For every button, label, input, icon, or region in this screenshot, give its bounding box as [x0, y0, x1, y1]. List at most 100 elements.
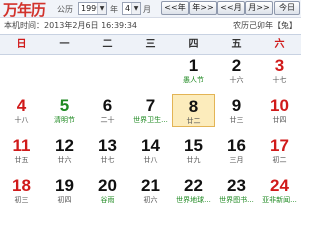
day-number: 7 — [145, 96, 156, 115]
day-cell-13[interactable]: 13 廿七 — [86, 134, 129, 167]
weekday-sat: 六 — [274, 39, 285, 50]
day-lunar-label: 愚人节 — [183, 76, 204, 84]
prev-month-button[interactable]: <<月 — [217, 1, 245, 15]
day-number: 19 — [55, 176, 74, 195]
day-number: 18 — [12, 176, 31, 195]
day-cell-3[interactable]: 3 十七 — [258, 54, 301, 87]
weekday-fri: 五 — [231, 39, 242, 50]
weekday-mon: 一 — [59, 39, 70, 50]
day-lunar-label: 二十 — [100, 116, 115, 124]
day-number: 9 — [231, 96, 242, 115]
day-cell-18[interactable]: 18 初三 — [0, 174, 43, 207]
weekday-header: 日 一 二 三 四 五 六 — [0, 34, 301, 55]
day-number: 12 — [55, 136, 74, 155]
chevron-down-icon: ▼ — [97, 3, 106, 14]
empty-day-cell — [0, 54, 43, 87]
day-lunar-label: 世界卫生... — [133, 116, 168, 124]
day-lunar-label: 十七 — [272, 76, 287, 84]
day-lunar-label: 廿五 — [14, 156, 29, 164]
day-lunar-label: 廿三 — [229, 116, 244, 124]
today-button[interactable]: 今日 — [274, 1, 300, 15]
day-cell-8[interactable]: 8 廿二 — [172, 94, 215, 127]
day-cell-5[interactable]: 5 清明节 — [43, 94, 86, 127]
day-cell-22[interactable]: 22 世界地球... — [172, 174, 215, 207]
day-cell-19[interactable]: 19 初四 — [43, 174, 86, 207]
day-lunar-label: 世界图书... — [219, 196, 254, 204]
calendar-type-label: 公历 — [57, 5, 73, 14]
day-number: 13 — [98, 136, 117, 155]
day-cell-21[interactable]: 21 初六 — [129, 174, 172, 207]
weekday-tue: 二 — [102, 39, 113, 50]
day-number: 5 — [59, 96, 70, 115]
day-lunar-label: 谷雨 — [100, 196, 115, 204]
lunar-year: 农历己卯年【兔】 — [233, 21, 297, 30]
day-lunar-label: 十六 — [229, 76, 244, 84]
year-select[interactable]: 1999 ▼ — [78, 2, 107, 15]
day-lunar-label: 廿二 — [186, 117, 201, 125]
day-cell-23[interactable]: 23 世界图书... — [215, 174, 258, 207]
day-cell-6[interactable]: 6 二十 — [86, 94, 129, 127]
empty-day-cell — [43, 54, 86, 87]
day-cell-2[interactable]: 2 十六 — [215, 54, 258, 87]
day-lunar-label: 初三 — [14, 196, 29, 204]
month-select-value: 4 — [125, 4, 131, 13]
day-cell-16[interactable]: 16 三月 — [215, 134, 258, 167]
day-cell-4[interactable]: 4 十八 — [0, 94, 43, 127]
day-cell-17[interactable]: 17 初二 — [258, 134, 301, 167]
year-unit-label: 年 — [110, 5, 118, 14]
day-cell-14[interactable]: 14 廿八 — [129, 134, 172, 167]
day-number: 21 — [141, 176, 160, 195]
day-lunar-label: 廿八 — [143, 156, 158, 164]
day-lunar-label: 世界地球... — [176, 196, 211, 204]
day-cell-7[interactable]: 7 世界卫生... — [129, 94, 172, 127]
day-lunar-label: 亚非新闻... — [262, 196, 297, 204]
day-number: 20 — [98, 176, 117, 195]
day-number: 6 — [102, 96, 113, 115]
day-cell-20[interactable]: 20 谷雨 — [86, 174, 129, 207]
day-cell-11[interactable]: 11 廿五 — [0, 134, 43, 167]
empty-day-cell — [129, 54, 172, 87]
weekday-wed: 三 — [145, 39, 156, 50]
month-select[interactable]: 4 ▼ — [122, 2, 141, 15]
day-number: 14 — [141, 136, 160, 155]
next-year-button[interactable]: 年>> — [189, 1, 217, 15]
day-lunar-label: 初六 — [143, 196, 158, 204]
local-time: 本机时间：2013年2月6日 16:39:34 — [4, 21, 138, 30]
day-cell-9[interactable]: 9 廿三 — [215, 94, 258, 127]
day-number: 17 — [270, 136, 289, 155]
day-cell-12[interactable]: 12 廿六 — [43, 134, 86, 167]
day-number: 16 — [227, 136, 246, 155]
day-cell-15[interactable]: 15 廿九 — [172, 134, 215, 167]
day-number: 22 — [184, 176, 203, 195]
day-cell-10[interactable]: 10 廿四 — [258, 94, 301, 127]
toolbar: 万年历 公历 1999 ▼ 年 4 ▼ 月 <<年 年>> <<月 月>> 今日 — [0, 0, 301, 19]
day-lunar-label: 三月 — [229, 156, 244, 164]
day-number: 24 — [270, 176, 289, 195]
day-number: 3 — [274, 56, 285, 75]
day-lunar-label: 初四 — [57, 196, 72, 204]
day-number: 1 — [188, 56, 199, 75]
day-lunar-label: 廿七 — [100, 156, 115, 164]
day-cell-24[interactable]: 24 亚非新闻... — [258, 174, 301, 207]
day-lunar-label: 初二 — [272, 156, 287, 164]
month-unit-label: 月 — [143, 5, 151, 14]
day-number: 2 — [231, 56, 242, 75]
app-logo: 万年历 — [3, 1, 46, 19]
day-lunar-label: 廿六 — [57, 156, 72, 164]
day-number: 15 — [184, 136, 203, 155]
day-lunar-label: 十八 — [14, 116, 29, 124]
weekday-thu: 四 — [188, 39, 199, 50]
day-number: 10 — [270, 96, 289, 115]
day-lunar-label: 廿九 — [186, 156, 201, 164]
day-lunar-label: 清明节 — [54, 116, 75, 124]
day-number: 8 — [188, 97, 199, 116]
empty-day-cell — [86, 54, 129, 87]
day-number: 23 — [227, 176, 246, 195]
calendar-grid: 1 愚人节 2 十六 3 十七 4 十八 5 清明节 6 二十 7 世界卫生... 8 廿二 9 廿三 10 廿四 11… — [0, 54, 301, 216]
chevron-down-icon: ▼ — [131, 3, 140, 14]
day-cell-1[interactable]: 1 愚人节 — [172, 54, 215, 87]
info-bar: 本机时间：2013年2月6日 16:39:34 农历己卯年【兔】 — [0, 18, 301, 34]
next-month-button[interactable]: 月>> — [245, 1, 273, 15]
prev-year-button[interactable]: <<年 — [161, 1, 189, 15]
day-lunar-label: 廿四 — [272, 116, 287, 124]
